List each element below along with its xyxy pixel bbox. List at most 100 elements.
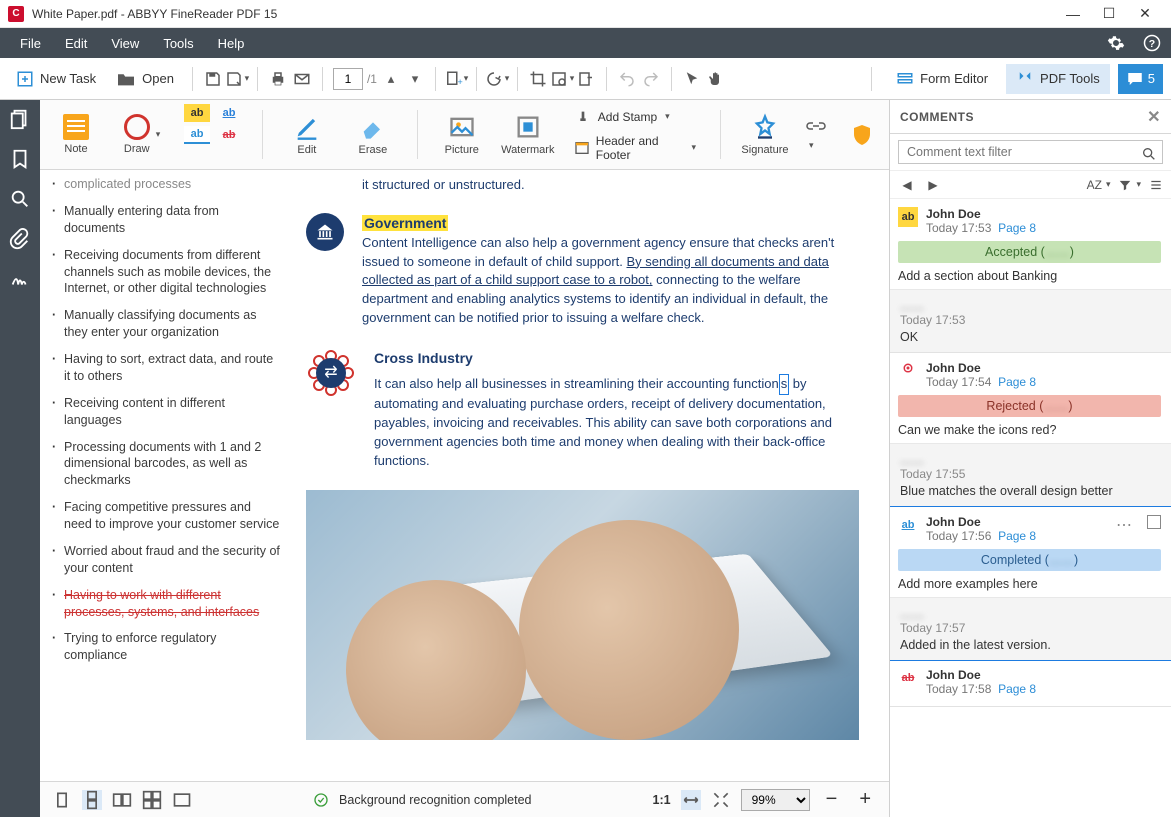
maximize-button[interactable]: ☐ (1091, 1, 1127, 27)
watermark-label: Watermark (501, 144, 554, 156)
bullet-item: Having to sort, extract data, and route … (58, 346, 282, 390)
help-icon[interactable]: ? (1143, 34, 1161, 52)
draw-tool[interactable]: Draw ▾ (118, 104, 166, 165)
expand-button[interactable] (1149, 178, 1163, 192)
picture-icon (448, 113, 476, 141)
add-stamp-button[interactable]: Add Stamp▾ (570, 106, 700, 128)
minimize-button[interactable]: — (1055, 1, 1091, 27)
comment-card[interactable]: ab John Doe Today 17:53 Page 8 Accepted … (890, 199, 1171, 353)
export-icon[interactable] (576, 69, 596, 89)
two-page-icon[interactable] (112, 790, 132, 810)
pointer-icon[interactable] (682, 69, 702, 89)
page-up-icon[interactable]: ▴ (381, 69, 401, 89)
erase-tool[interactable]: Erase (349, 104, 397, 165)
new-task-button[interactable]: New Task (8, 67, 104, 91)
redo-icon[interactable] (641, 69, 661, 89)
note-tool[interactable]: Note (52, 104, 100, 165)
ocr-icon[interactable]: ▾ (552, 69, 572, 89)
close-button[interactable]: ✕ (1127, 1, 1163, 27)
close-comments-icon[interactable]: ✕ (1147, 107, 1161, 127)
comment-page-link[interactable]: Page 8 (998, 375, 1036, 389)
next-comment-icon[interactable]: ▶ (924, 178, 942, 192)
zoom-in-button[interactable]: + (853, 788, 877, 811)
pdf-tools-button[interactable]: PDF Tools (1006, 64, 1110, 94)
attachment-icon[interactable] (9, 228, 31, 250)
shield-icon[interactable] (850, 123, 874, 147)
bookmark-icon[interactable] (9, 148, 31, 170)
comments-toggle-button[interactable]: 5 (1118, 64, 1163, 94)
print-icon[interactable] (268, 69, 288, 89)
single-page-icon[interactable] (52, 790, 72, 810)
two-page-scroll-icon[interactable] (142, 790, 162, 810)
menu-edit[interactable]: Edit (55, 32, 97, 55)
comments-list[interactable]: ab John Doe Today 17:53 Page 8 Accepted … (890, 199, 1171, 817)
comment-page-link[interactable]: Page 8 (998, 529, 1036, 543)
page-total: /1 (367, 72, 377, 86)
open-button[interactable]: Open (108, 68, 182, 90)
crop-icon[interactable] (528, 69, 548, 89)
save-icon[interactable] (203, 69, 223, 89)
header-footer-button[interactable]: Header and Footer▾ (570, 132, 700, 164)
pages-icon[interactable] (9, 108, 31, 130)
filter-button[interactable]: ▾ (1118, 178, 1141, 192)
note-label: Note (64, 143, 87, 155)
bullet-item: Manually classifying documents as they e… (58, 302, 282, 346)
edit-tool[interactable]: Edit (283, 104, 331, 165)
stock-image (306, 490, 859, 740)
prev-comment-icon[interactable]: ◀ (898, 178, 916, 192)
search-rail-icon[interactable] (9, 188, 31, 210)
text-selection[interactable]: s (779, 374, 790, 395)
document-viewport[interactable]: complicated processesManually entering d… (40, 170, 889, 781)
bullet-item: Trying to enforce regulatory compliance (58, 625, 282, 669)
page-number-input[interactable] (333, 68, 363, 90)
checkbox[interactable] (1147, 515, 1161, 529)
menu-help[interactable]: Help (208, 32, 255, 55)
fullscreen-icon[interactable] (172, 790, 192, 810)
undo-icon[interactable] (617, 69, 637, 89)
comment-type-icon: ab (898, 207, 918, 227)
fit-width-icon[interactable] (681, 790, 701, 810)
comment-page-link[interactable]: Page 8 (998, 221, 1036, 235)
zoom-select[interactable]: 99% (741, 789, 810, 811)
comment-filter-input[interactable] (898, 140, 1163, 164)
underline-icon[interactable]: ab (216, 104, 242, 122)
rotate-icon[interactable]: ▾ (487, 69, 507, 89)
signature-tool[interactable]: Signature (741, 104, 789, 165)
save-as-icon[interactable]: ▾ (227, 69, 247, 89)
strikethrough-icon[interactable]: ab (216, 126, 242, 144)
form-editor-button[interactable]: Form Editor (886, 66, 998, 92)
link-icon (807, 119, 825, 133)
settings-icon[interactable] (1107, 34, 1125, 52)
link-tool[interactable]: ▾ (807, 119, 829, 151)
signature-rail-icon[interactable] (9, 268, 31, 290)
sort-button[interactable]: AZ▾ (1087, 178, 1111, 192)
highlight-yellow-icon[interactable]: ab (184, 104, 210, 122)
stamp-header-group: Add Stamp▾ Header and Footer▾ (570, 104, 700, 165)
page-down-icon[interactable]: ▾ (405, 69, 425, 89)
erase-label: Erase (359, 144, 388, 156)
add-page-icon[interactable]: +▾ (446, 69, 466, 89)
menu-tools[interactable]: Tools (153, 32, 203, 55)
highlight-blue-icon[interactable]: ab (184, 126, 210, 144)
continuous-page-icon[interactable] (82, 790, 102, 810)
fit-page-icon[interactable] (711, 790, 731, 810)
menu-view[interactable]: View (101, 32, 149, 55)
zoom-out-button[interactable]: − (820, 788, 844, 811)
comment-card[interactable]: John Doe Today 17:54 Page 8 Rejected (……… (890, 353, 1171, 507)
more-icon[interactable]: ⋯ (1116, 515, 1133, 535)
chevron-down-icon[interactable]: ▾ (156, 129, 161, 140)
comment-page-link[interactable]: Page 8 (998, 682, 1036, 696)
new-task-icon (16, 70, 34, 88)
zoom-ratio[interactable]: 1:1 (653, 793, 671, 807)
watermark-icon (514, 113, 542, 141)
hand-icon[interactable] (706, 69, 726, 89)
comment-card[interactable]: ab John Doe Today 17:58 Page 8 (890, 660, 1171, 707)
picture-tool[interactable]: Picture (438, 104, 486, 165)
menu-file[interactable]: File (10, 32, 51, 55)
mail-icon[interactable] (292, 69, 312, 89)
cross-industry-icon: ⇄ (306, 348, 356, 398)
comment-card[interactable]: ab John Doe Today 17:56 Page 8 ⋯ Complet… (890, 506, 1171, 661)
search-icon[interactable] (1141, 146, 1157, 162)
pdf-tools-label: PDF Tools (1040, 71, 1100, 86)
watermark-tool[interactable]: Watermark (504, 104, 552, 165)
